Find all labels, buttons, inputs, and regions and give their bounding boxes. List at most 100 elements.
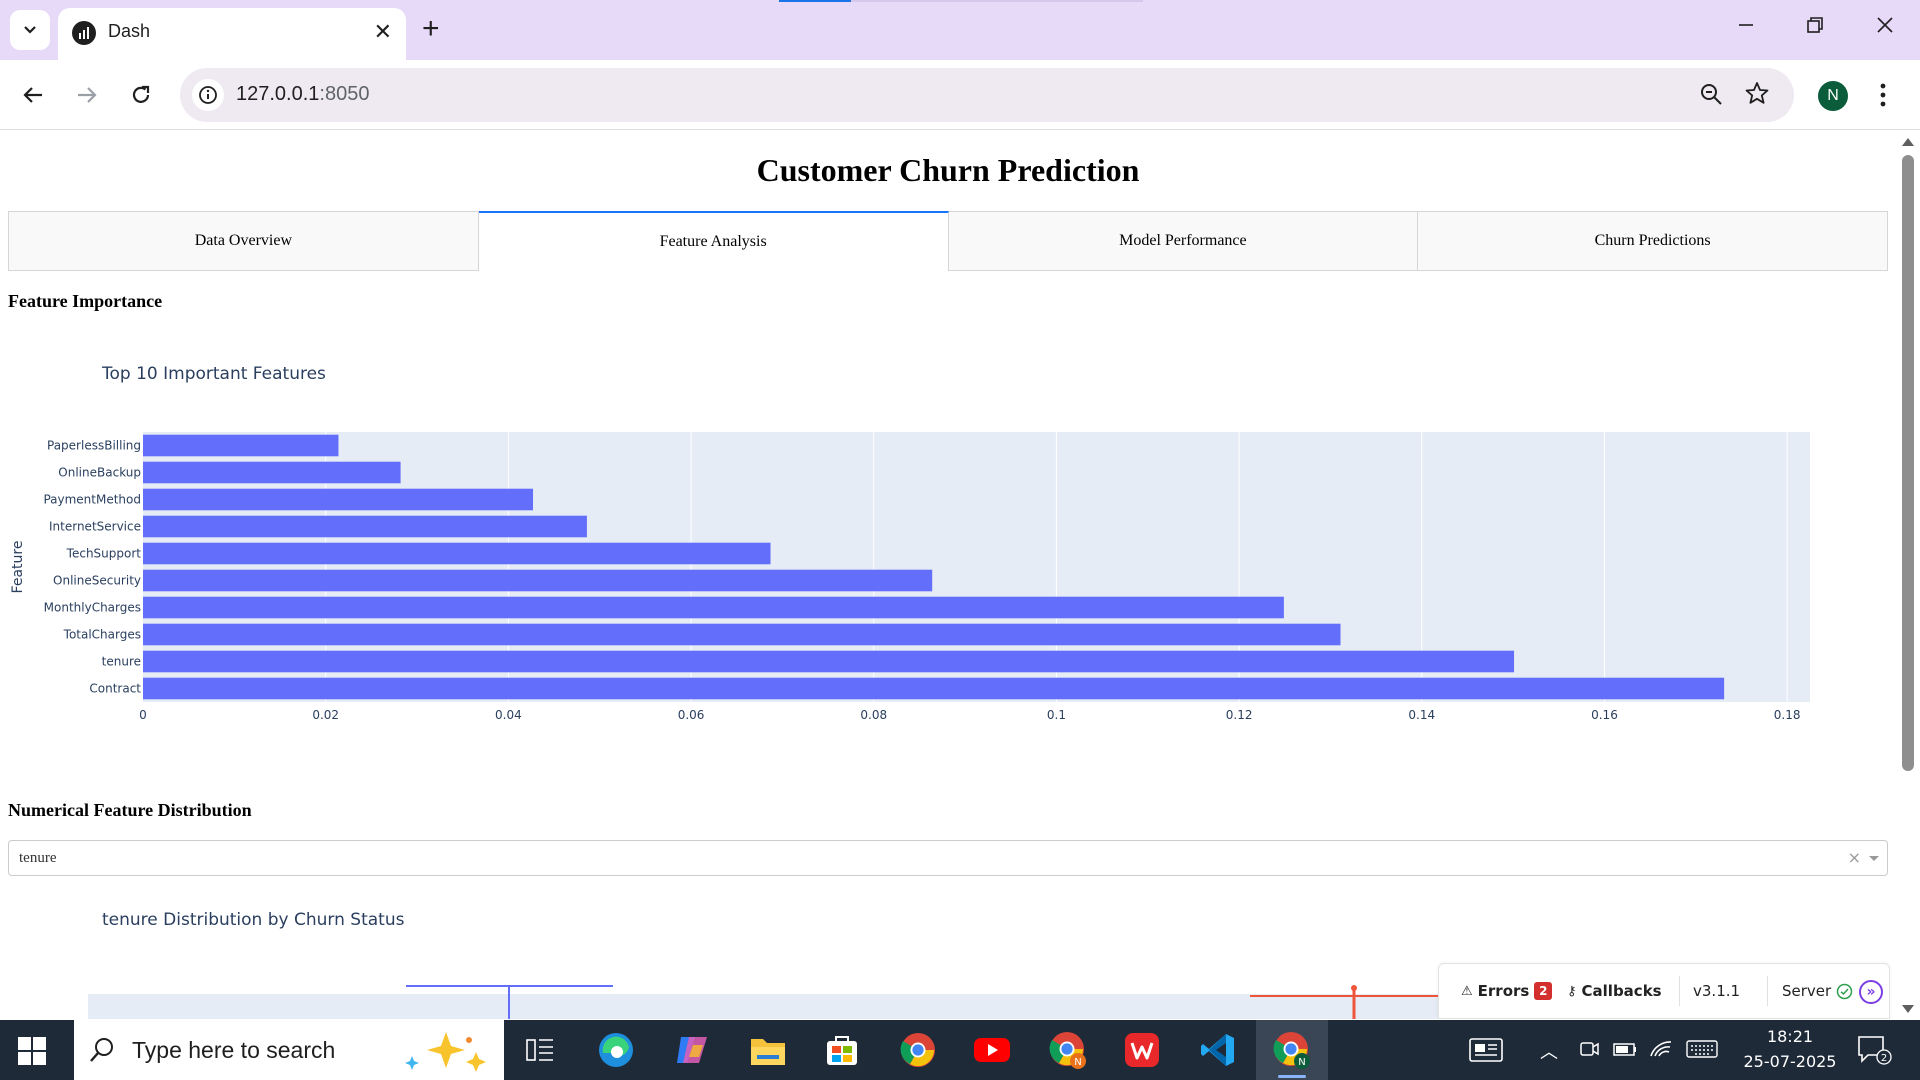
y-tick-label: MonthlyCharges [44, 601, 141, 615]
y-tick-label: OnlineSecurity [53, 574, 141, 588]
scrollbar-thumb[interactable] [1902, 155, 1914, 771]
clear-selection-icon[interactable]: × [1848, 848, 1861, 867]
battery-icon[interactable] [1612, 1038, 1638, 1065]
site-info-icon[interactable] [192, 79, 224, 111]
y-tick-label: InternetService [49, 520, 141, 534]
clock-time: 18:21 [1766, 1027, 1814, 1046]
tab-churn-predictions[interactable]: Churn Predictions [1418, 211, 1888, 271]
browser-tab-strip: Dash ✕ + [0, 0, 1920, 60]
url-text[interactable]: 127.0.0.1:8050 [236, 83, 369, 106]
chrome-active-icon: N [1273, 1032, 1310, 1069]
bar [143, 542, 771, 565]
svg-text:N: N [1298, 1057, 1305, 1068]
tab-model-performance[interactable]: Model Performance [948, 211, 1419, 271]
file-explorer-icon[interactable] [748, 1030, 788, 1070]
taskbar-search-box[interactable]: Type here to search [74, 1020, 504, 1080]
feature-importance-chart: 0 0.02 0.04 0.06 0.08 0.1 0.12 0.14 0.16 0.18 Pape… [10, 432, 1810, 722]
scroll-up-icon[interactable] [1902, 138, 1914, 146]
minimize-button[interactable] [1737, 14, 1755, 40]
page-scrollbar[interactable] [1896, 131, 1920, 1019]
chart-title: Top 10 Important Features [102, 364, 326, 384]
keyboard-icon[interactable] [1686, 1038, 1718, 1065]
browser-tab-dash[interactable]: Dash ✕ [58, 8, 406, 60]
loading-track [851, 0, 1143, 2]
active-indicator [1278, 1075, 1306, 1078]
copilot-sparkle-icon [405, 1032, 486, 1072]
vscode-icon[interactable] [1198, 1030, 1238, 1070]
bar [143, 623, 1341, 646]
feature-importance-heading: Feature Importance [8, 291, 163, 311]
zoom-icon[interactable] [1698, 81, 1724, 112]
bookmark-star-icon[interactable] [1744, 80, 1770, 111]
callbacks-label: Callbacks [1581, 982, 1662, 1000]
y-axis-title: Feature [10, 541, 26, 594]
youtube-icon[interactable] [972, 1030, 1012, 1070]
dropdown-selected-value: tenure [19, 850, 57, 866]
divider [1767, 976, 1768, 1006]
tab-feature-analysis[interactable]: Feature Analysis [478, 211, 949, 271]
errors-button[interactable]: ⚠ Errors 2 [1461, 982, 1553, 1000]
taskbar-clock[interactable]: 18:21 25-07-2025 [1740, 1024, 1840, 1074]
more-menu-icon[interactable] [1878, 80, 1888, 115]
x-tick-label: 0.06 [678, 708, 705, 722]
wps-office-icon[interactable] [1122, 1030, 1162, 1070]
loading-indicator [779, 0, 851, 2]
chrome-active-window[interactable]: N [1256, 1020, 1328, 1080]
arrow-left-icon [23, 87, 42, 103]
errors-label: Errors [1477, 982, 1530, 1000]
warning-icon: ⚠ [1461, 983, 1473, 999]
dash-debug-menu: ⚠ Errors 2 ⚷ Callbacks v3.1.1 Server » [1438, 963, 1890, 1019]
svg-text:N: N [1074, 1057, 1081, 1068]
tab-data-overview[interactable]: Data Overview [8, 211, 479, 271]
collapse-debug-icon[interactable]: » [1859, 980, 1883, 1004]
dash-favicon-icon [72, 21, 96, 45]
x-tick-label: 0.1 [1047, 708, 1066, 722]
y-tick-label: Contract [89, 682, 141, 696]
forward-button[interactable] [70, 78, 104, 112]
meet-now-icon[interactable] [1578, 1038, 1600, 1065]
bar [143, 569, 933, 592]
x-tick-label: 0.16 [1591, 708, 1618, 722]
back-button[interactable] [16, 78, 50, 112]
profile-avatar[interactable]: N [1818, 81, 1848, 111]
y-tick-label: OnlineBackup [58, 466, 141, 480]
copilot-icon[interactable] [672, 1030, 712, 1070]
errors-count-badge: 2 [1534, 982, 1553, 1000]
distribution-heading: Numerical Feature Distribution [8, 800, 252, 820]
y-tick-label: TechSupport [66, 547, 142, 561]
reload-button[interactable] [124, 78, 158, 112]
chevron-down-icon [24, 26, 36, 34]
close-tab-icon[interactable]: ✕ [374, 20, 392, 44]
y-tick-label: PaperlessBilling [47, 439, 141, 453]
arrow-right-icon [78, 87, 97, 103]
news-widget-icon[interactable] [1466, 1030, 1506, 1070]
show-hidden-icons-icon[interactable]: ︿ [1540, 1038, 1558, 1064]
notification-center-icon[interactable]: 2 [1856, 1034, 1892, 1071]
windows-start-icon[interactable] [18, 1037, 46, 1065]
version-label: v3.1.1 [1693, 982, 1741, 1000]
callbacks-button[interactable]: ⚷ Callbacks [1567, 982, 1662, 1000]
tab-search-button[interactable] [10, 10, 50, 50]
chrome-icon[interactable] [898, 1030, 938, 1070]
callbacks-icon: ⚷ [1567, 983, 1577, 999]
caret-down-icon[interactable] [1869, 856, 1879, 861]
address-bar[interactable]: 127.0.0.1:8050 [180, 68, 1794, 122]
feature-dropdown[interactable]: tenure × [8, 840, 1888, 876]
clock-date: 25-07-2025 [1743, 1052, 1837, 1071]
restore-button[interactable] [1806, 14, 1824, 40]
task-view-icon[interactable] [520, 1030, 560, 1070]
server-status[interactable]: Server [1782, 982, 1853, 1000]
x-tick-label: 0.12 [1226, 708, 1253, 722]
wifi-icon[interactable] [1648, 1038, 1674, 1065]
edge-browser-icon[interactable] [596, 1030, 636, 1070]
microsoft-store-icon[interactable] [822, 1030, 862, 1070]
new-tab-button[interactable]: + [422, 14, 440, 44]
divider [1679, 976, 1680, 1006]
browser-toolbar: 127.0.0.1:8050 N [0, 60, 1920, 130]
windows-taskbar: Type here to search N N ︿ 18:21 25-07-20… [0, 1020, 1920, 1080]
chrome-profile-icon[interactable]: N [1048, 1030, 1088, 1070]
close-window-button[interactable] [1876, 14, 1894, 40]
x-tick-label: 0.18 [1774, 708, 1801, 722]
scroll-down-icon[interactable] [1902, 1005, 1914, 1013]
y-tick-label: tenure [102, 655, 141, 669]
